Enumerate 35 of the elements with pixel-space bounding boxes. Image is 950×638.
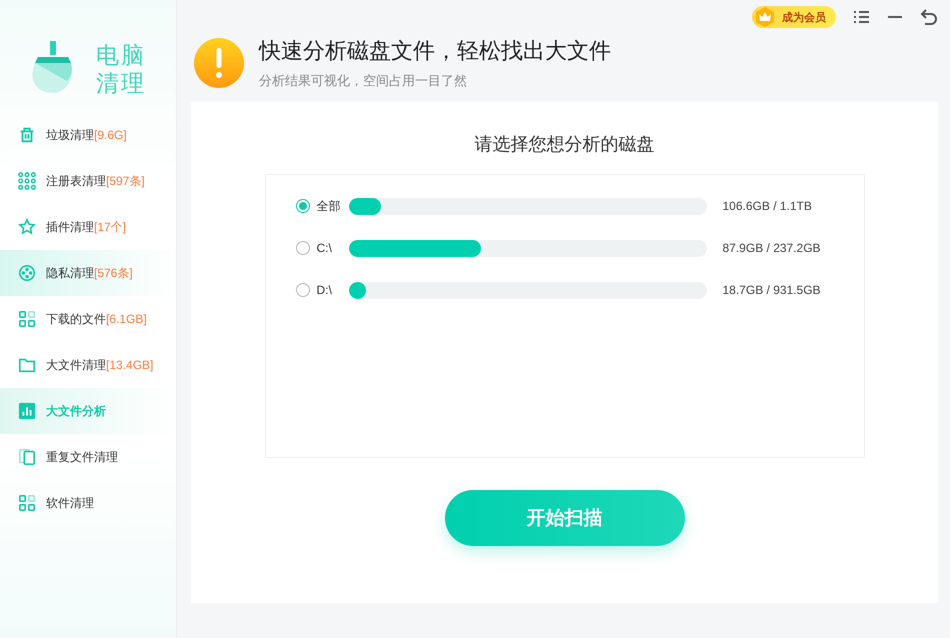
usage-reading: 18.7GB / 931.5GB: [722, 283, 821, 297]
sidebar-item[interactable]: 大文件清理[13.4GB]: [0, 342, 176, 388]
undo-arrow-icon[interactable]: [920, 8, 938, 26]
member-button[interactable]: 成为会员: [752, 6, 836, 28]
grid-icon: [18, 172, 36, 190]
sidebar-item[interactable]: 插件清理[17个]: [0, 204, 176, 250]
disk-name: 全部: [316, 198, 342, 214]
menu-icon[interactable]: [852, 8, 870, 26]
radio-button[interactable]: [296, 283, 310, 297]
usage-reading: 106.6GB / 1.1TB: [722, 199, 812, 213]
radio-button[interactable]: [296, 199, 310, 213]
copy-icon: [18, 448, 36, 466]
film-reel-icon: [18, 264, 36, 282]
trash-icon: [18, 126, 36, 144]
radio-button[interactable]: [296, 241, 310, 255]
page-title: 快速分析磁盘文件，轻松找出大文件: [259, 37, 611, 65]
folder-icon: [18, 356, 36, 374]
tiles-icon: [18, 310, 36, 328]
disk-name: D:\: [316, 283, 333, 297]
sidebar-item[interactable]: 软件清理: [0, 480, 176, 526]
panel-heading: 请选择您想分析的磁盘: [474, 133, 654, 156]
warning-icon: [193, 37, 245, 89]
usage-reading: 87.9GB / 237.2GB: [722, 241, 821, 255]
star-icon: [18, 218, 36, 236]
tiles-icon: [18, 494, 36, 512]
page-subtitle: 分析结果可视化，空间占用一目了然: [259, 72, 468, 90]
sidebar-item[interactable]: 垃圾清理[9.6G]: [0, 112, 176, 158]
crown-icon: [754, 6, 776, 28]
bar-chart-icon: [18, 402, 36, 420]
sidebar-item[interactable]: 重复文件清理: [0, 434, 176, 480]
sidebar-item[interactable]: 下载的文件[6.1GB]: [0, 296, 176, 342]
app-name: 清理: [96, 69, 146, 97]
sidebar-item[interactable]: 注册表清理[597条]: [0, 158, 176, 204]
disk-name: C:\: [316, 241, 333, 255]
app-name: 电脑: [96, 41, 146, 69]
